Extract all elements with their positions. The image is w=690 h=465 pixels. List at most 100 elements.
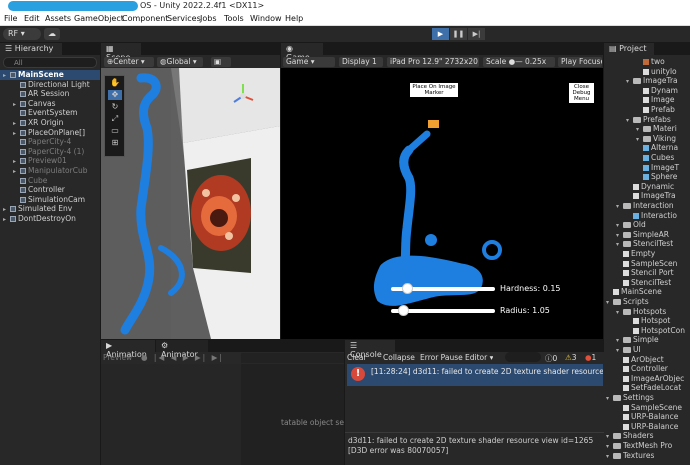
tab-console[interactable]: ☰ Console (345, 340, 395, 359)
project-item[interactable]: MainScene (604, 287, 690, 297)
project-item[interactable]: ▾ Viking (604, 134, 690, 144)
project-item[interactable]: ImageT (604, 163, 690, 173)
scale-tool-icon[interactable]: ⤢ (108, 114, 122, 124)
expand-arrow-icon[interactable]: ▾ (606, 395, 613, 402)
menu-gameobject[interactable]: GameObject (74, 14, 124, 23)
project-item[interactable]: HotspotCon (604, 326, 690, 336)
menu-jobs[interactable]: Jobs (200, 14, 217, 23)
close-debug-menu-button[interactable]: Close Debug Menu (569, 83, 594, 103)
console-editor-dropdown[interactable]: Editor ▾ (465, 353, 493, 362)
tab-hierarchy[interactable]: ☰ Hierarchy (0, 43, 62, 55)
step-button[interactable]: ▶| (468, 28, 485, 40)
display-dropdown[interactable]: Display 1 ▾ (339, 57, 383, 76)
hierarchy-item[interactable]: ▸ MainScene (0, 70, 100, 80)
hierarchy-item[interactable]: SimulationCam (0, 195, 100, 205)
hierarchy-item[interactable]: Directional Light (0, 80, 100, 90)
menu-component[interactable]: Component (122, 14, 168, 23)
project-item[interactable]: Prefab (604, 105, 690, 115)
play-button[interactable]: ▶ (432, 28, 449, 40)
play-focused-dropdown[interactable]: Play Focused (558, 57, 602, 67)
project-item[interactable]: StencilTest (604, 278, 690, 288)
hierarchy-item[interactable]: ▸ Simulated Env (0, 204, 100, 214)
expand-arrow-icon[interactable]: ▾ (626, 117, 633, 124)
hierarchy-item[interactable]: ▸ ManipulatorCub (0, 166, 100, 176)
project-item[interactable]: two (604, 57, 690, 67)
project-item[interactable]: Interactio (604, 211, 690, 221)
menu-tools[interactable]: Tools (224, 14, 244, 23)
project-item[interactable]: URP-Balance (604, 422, 690, 432)
project-item[interactable]: ▾ Shaders (604, 431, 690, 441)
expand-arrow-icon[interactable]: ▾ (616, 309, 623, 316)
expand-arrow-icon[interactable]: ▾ (636, 126, 643, 133)
project-item[interactable]: Sphere (604, 172, 690, 182)
expand-arrow-icon[interactable]: ▾ (606, 443, 613, 450)
project-item[interactable]: Cubes (604, 153, 690, 163)
menu-file[interactable]: File (4, 14, 17, 23)
project-item[interactable]: ImageArObjec (604, 374, 690, 384)
expand-arrow-icon[interactable]: ▸ (3, 206, 10, 213)
tab-animator[interactable]: ⚙ Animator (156, 340, 208, 359)
tab-game[interactable]: ◉ Game (281, 43, 323, 62)
expand-arrow-icon[interactable]: ▾ (616, 232, 623, 239)
project-item[interactable]: ▾ Interaction (604, 201, 690, 211)
hierarchy-item[interactable]: PaperCity-4 (1) (0, 147, 100, 157)
project-item[interactable]: ▾ Settings (604, 393, 690, 403)
space-dropdown[interactable]: ◍Global ▾ (157, 57, 203, 67)
project-item[interactable]: ▾ UI (604, 345, 690, 355)
expand-arrow-icon[interactable]: ▾ (616, 337, 623, 344)
menu-window[interactable]: Window (250, 14, 282, 23)
move-tool-icon[interactable]: ✥ (108, 90, 122, 100)
project-item[interactable]: ▾ Textures (604, 451, 690, 461)
cloud-icon[interactable]: ☁ (44, 28, 60, 40)
resolution-dropdown[interactable]: iPad Pro 12.9" 2732x20 (387, 57, 479, 67)
project-item[interactable]: Empty (604, 249, 690, 259)
hardness-slider-knob[interactable] (401, 283, 413, 294)
hierarchy-item[interactable]: ▸ Canvas (0, 99, 100, 109)
scale-slider[interactable]: Scale ●— 0.25x (483, 57, 555, 67)
console-error-pause-button[interactable]: Error Pause (420, 353, 463, 362)
project-item[interactable]: ▾ SimpleAR (604, 230, 690, 240)
project-item[interactable]: ImageTra (604, 191, 690, 201)
project-item[interactable]: ▾ Old (604, 220, 690, 230)
menu-services[interactable]: Services (167, 14, 201, 23)
gizmo-toggle[interactable]: ▣ (211, 57, 231, 67)
account-button[interactable]: RF ▾ (3, 28, 41, 40)
expand-arrow-icon[interactable]: ▸ (3, 216, 10, 223)
preview-toggle[interactable]: Preview (103, 353, 132, 362)
console-collapse-button[interactable]: Collapse (383, 353, 415, 362)
expand-arrow-icon[interactable]: ▾ (606, 433, 613, 440)
console-warning-count[interactable]: ⚠3 (565, 353, 577, 362)
console-clear-button[interactable]: Clear (347, 353, 367, 362)
hand-tool-icon[interactable]: ✋ (108, 78, 122, 88)
console-error-count[interactable]: ●1 (585, 353, 596, 362)
project-item[interactable]: unitylo (604, 67, 690, 77)
expand-arrow-icon[interactable]: ▾ (606, 299, 613, 306)
hierarchy-item[interactable]: Controller (0, 185, 100, 195)
project-item[interactable]: SetFadeLocat (604, 383, 690, 393)
expand-arrow-icon[interactable]: ▾ (616, 222, 623, 229)
project-item[interactable]: ▾ Scripts (604, 297, 690, 307)
project-item[interactable]: ▾ TextMesh Pro (604, 441, 690, 451)
project-item[interactable]: ▾ Simple (604, 335, 690, 345)
tab-project[interactable]: ▤ Project (604, 43, 654, 55)
expand-arrow-icon[interactable]: ▾ (606, 453, 613, 460)
hierarchy-item[interactable]: ▸ DontDestroyOn (0, 214, 100, 224)
animation-transport-controls[interactable]: ● |◀ ◀ ▶ ▶| ▶| (141, 353, 224, 362)
tab-animation[interactable]: ▶ Animation (101, 340, 155, 359)
menu-edit[interactable]: Edit (24, 14, 40, 23)
hierarchy-item[interactable]: PaperCity-4 (0, 137, 100, 147)
rotate-tool-icon[interactable]: ↻ (108, 102, 122, 112)
expand-arrow-icon[interactable]: ▾ (636, 136, 643, 143)
hierarchy-item[interactable]: Cube (0, 176, 100, 186)
hierarchy-item[interactable]: EventSystem (0, 108, 100, 118)
project-item[interactable]: Dynam (604, 86, 690, 96)
game-viewport[interactable]: Place On Image Marker Close Debug Menu H… (281, 68, 603, 339)
expand-arrow-icon[interactable]: ▾ (616, 203, 623, 210)
console-info-count[interactable]: ⓘ0 (545, 353, 557, 364)
pause-button[interactable]: ❚❚ (450, 28, 467, 40)
project-item[interactable]: Image (604, 95, 690, 105)
expand-arrow-icon[interactable]: ▸ (13, 101, 20, 108)
project-item[interactable]: Stencil Port (604, 268, 690, 278)
place-on-image-marker-button[interactable]: Place On Image Marker (410, 83, 458, 97)
expand-arrow-icon[interactable]: ▾ (616, 347, 623, 354)
